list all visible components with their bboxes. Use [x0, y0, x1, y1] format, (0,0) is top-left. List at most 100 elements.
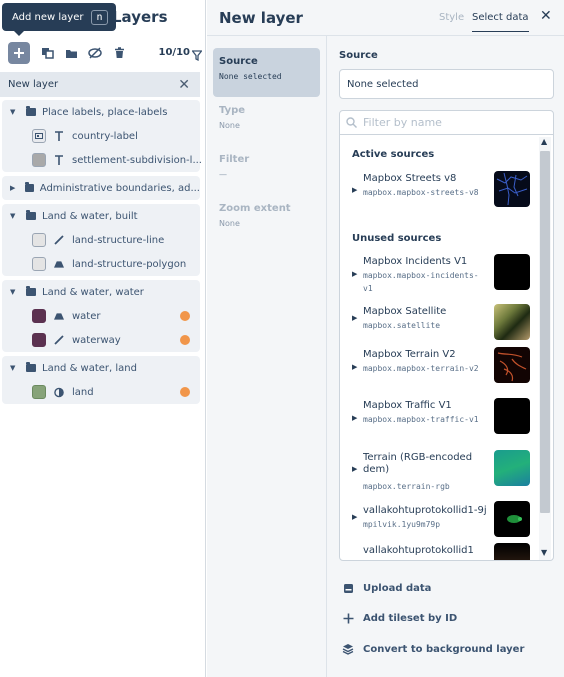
chevron-right-icon[interactable]: ▶ [10, 184, 25, 192]
layer-row-water[interactable]: water [2, 304, 200, 328]
layer-swatch [32, 233, 46, 247]
step-title: Source [219, 56, 258, 67]
delete-layer-button[interactable] [108, 42, 130, 64]
duplicate-layer-button[interactable] [36, 42, 58, 64]
chevron-down-icon[interactable]: ▼ [541, 548, 547, 557]
folder-icon [26, 362, 36, 372]
step-value: None selected [219, 72, 282, 81]
step-title: Filter [219, 154, 250, 165]
layer-swatch [32, 129, 46, 143]
group-header[interactable]: ▶ Administrative boundaries, ad... [2, 176, 200, 200]
chevron-down-icon[interactable]: ▼ [10, 212, 26, 220]
add-layer-button[interactable] [8, 42, 30, 64]
line-icon [54, 335, 64, 345]
close-icon[interactable]: ✕ [540, 8, 552, 24]
layer-row-waterway[interactable]: waterway [2, 328, 200, 352]
panel-title: New layer [219, 9, 303, 27]
scrollbar-thumb[interactable] [540, 151, 550, 513]
chevron-right-icon[interactable]: ▶ [352, 314, 357, 322]
group-label: Land & water, built [42, 210, 138, 222]
source-id: mapbox.mapbox-traffic-v1 [363, 415, 479, 424]
vallakohtuprotokollid-thumbnail [494, 501, 530, 537]
chevron-right-icon[interactable]: ▶ [352, 186, 357, 194]
step-type[interactable]: Type None [213, 97, 320, 146]
group-header[interactable]: ▼ Land & water, land [2, 356, 200, 380]
source-id: mapbox.satellite [363, 321, 441, 330]
convert-background-button[interactable]: Convert to background layer [341, 643, 524, 655]
chevron-down-icon[interactable]: ▼ [10, 288, 26, 296]
layer-row-country-label[interactable]: country-label [2, 124, 200, 148]
folder-icon [26, 210, 36, 220]
duplicate-icon [41, 48, 54, 59]
upload-data-button[interactable]: Upload data [341, 583, 431, 594]
filter-input[interactable] [363, 116, 533, 129]
chevron-right-icon[interactable]: ▶ [352, 363, 357, 371]
chevron-right-icon[interactable]: ▶ [352, 513, 357, 521]
group-header[interactable]: ▼ Place labels, place-labels [2, 100, 200, 124]
step-source[interactable]: Source None selected [213, 48, 320, 97]
source-name: Mapbox Terrain V2 [363, 349, 456, 360]
tab-style[interactable]: Style [439, 12, 464, 23]
layer-label: water [72, 310, 101, 322]
chevron-up-icon[interactable]: ▲ [541, 137, 547, 146]
step-value: None [219, 219, 240, 228]
chevron-down-icon[interactable]: ▼ [10, 108, 26, 116]
layers-panel: Layers Add new layer n 10/10 New layer ✕ [0, 0, 206, 677]
tooltip-label: Add new layer [12, 11, 84, 23]
new-layer-label: New layer [8, 79, 59, 90]
layer-swatch [32, 333, 46, 347]
group-label: Land & water, land [42, 362, 137, 374]
group-header[interactable]: ▼ Land & water, built [2, 204, 200, 228]
source-id: mapbox.mapbox-terrain-v2 [363, 364, 479, 373]
toggle-visibility-button[interactable] [84, 42, 106, 64]
layer-label: land [72, 386, 94, 398]
source-id: mpilvik.1yu9m79p [363, 520, 441, 529]
unused-sources-heading: Unused sources [352, 233, 442, 244]
layer-label: waterway [72, 334, 121, 346]
add-tileset-button[interactable]: Add tileset by ID [341, 613, 457, 624]
layer-row-land[interactable]: land [2, 380, 200, 404]
chevron-right-icon[interactable]: ▶ [352, 465, 357, 473]
layer-row-land-structure-line[interactable]: land-structure-line [2, 228, 200, 252]
layer-row-land-structure-polygon[interactable]: land-structure-polygon [2, 252, 200, 276]
chevron-right-icon[interactable]: ▶ [352, 414, 357, 422]
group-header[interactable]: ▼ Land & water, water [2, 280, 200, 304]
chevron-down-icon[interactable]: ▼ [10, 364, 26, 372]
incidents-thumbnail [494, 254, 530, 290]
layer-swatch [32, 257, 46, 271]
list-scrollbar[interactable]: ▲ ▼ [539, 137, 551, 560]
step-value: None [219, 121, 240, 130]
group-label: Land & water, water [42, 286, 144, 298]
chevron-right-icon[interactable]: ▶ [352, 559, 357, 560]
active-sources-heading: Active sources [352, 149, 435, 160]
add-layer-tooltip: Add new layer n [2, 3, 116, 36]
add-tileset-label: Add tileset by ID [363, 613, 458, 624]
status-dot [180, 311, 190, 321]
filter-layers-button[interactable] [191, 46, 203, 65]
layers-toolbar: 10/10 [0, 40, 205, 68]
chevron-right-icon[interactable]: ▶ [352, 270, 357, 278]
source-name: Mapbox Incidents V1 [363, 256, 468, 267]
new-layer-row[interactable]: New layer ✕ [0, 72, 200, 97]
layer-swatch [32, 309, 46, 323]
layer-row-settlement-subdivision[interactable]: settlement-subdivision-l... [2, 148, 202, 172]
background-icon [54, 387, 64, 397]
group-label: Place labels, place-labels [42, 106, 168, 118]
folder-icon [24, 182, 34, 192]
close-icon[interactable]: ✕ [178, 77, 190, 93]
upload-data-label: Upload data [363, 583, 432, 594]
folder-icon [65, 49, 77, 58]
status-dot [180, 387, 190, 397]
source-select[interactable]: None selected [339, 69, 554, 99]
polygon-icon [54, 259, 64, 269]
layer-swatch [32, 153, 46, 167]
layer-label: settlement-subdivision-l... [72, 154, 202, 166]
step-filter[interactable]: Filter — [213, 146, 320, 195]
add-group-button[interactable] [60, 42, 82, 64]
folder-icon [26, 286, 36, 296]
tab-select-data[interactable]: Select data [472, 12, 529, 32]
step-zoom-extent[interactable]: Zoom extent None [213, 195, 320, 244]
text-icon [54, 131, 64, 141]
step-title: Zoom extent [219, 203, 291, 214]
line-icon [54, 235, 64, 245]
